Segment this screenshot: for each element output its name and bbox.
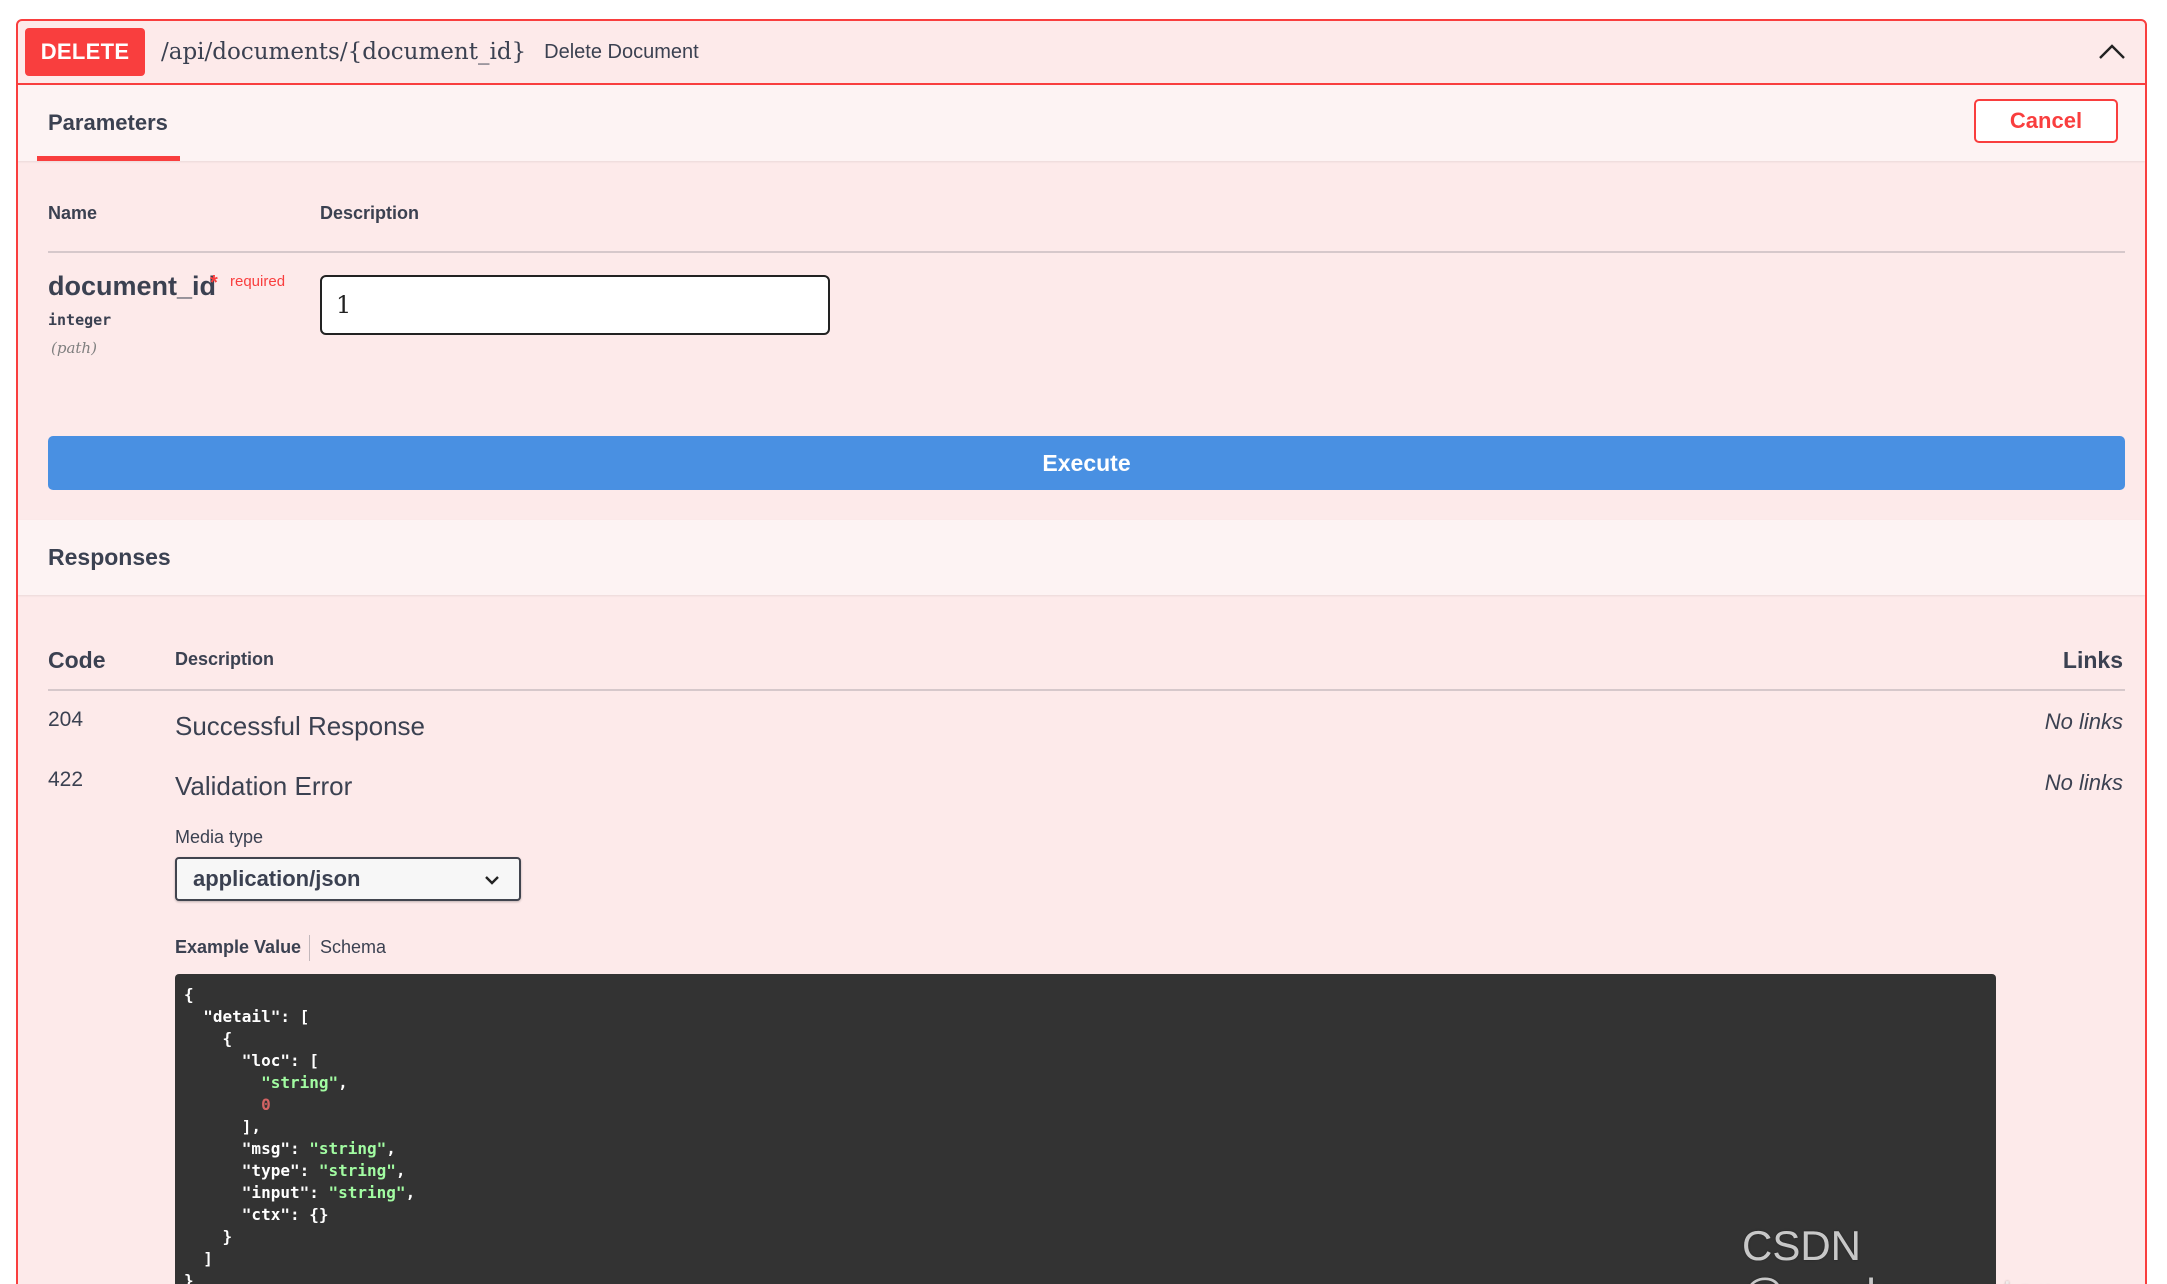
param-location: (path) [51, 339, 97, 357]
column-header-name: Name [48, 203, 98, 223]
divider [48, 251, 2125, 253]
tab-divider [309, 935, 310, 961]
chevron-up-icon[interactable] [2095, 35, 2129, 69]
media-type-value: application/json [193, 866, 361, 891]
column-header-links: Links [2062, 647, 2123, 673]
tab-parameters[interactable]: Parameters [37, 85, 180, 161]
watermark: CSDN @_codemonster [1742, 1222, 2051, 1284]
operation-summary-text: Delete Document [544, 40, 699, 63]
required-star: * [210, 272, 218, 294]
response-description: Successful Response [175, 711, 426, 741]
operation-block: DELETE /api/documents/{document_id} Dele… [16, 19, 2147, 1284]
column-header-description: Description [320, 203, 420, 223]
response-links: No links [2044, 770, 2123, 795]
param-name: document_id [48, 271, 217, 301]
response-description: Validation Error [175, 771, 353, 801]
column-header-response-description: Description [175, 649, 275, 669]
parameters-header: Parameters Cancel [18, 85, 2145, 161]
media-type-select[interactable]: application/json [175, 857, 521, 901]
endpoint-path: /api/documents/{document_id} [161, 39, 527, 65]
media-type-label: Media type [175, 827, 264, 847]
operation-summary[interactable]: DELETE /api/documents/{document_id} Dele… [18, 21, 2145, 85]
responses-title: Responses [48, 544, 171, 570]
chevron-down-icon [485, 876, 499, 885]
tab-example-value[interactable]: Example Value [175, 937, 301, 958]
execute-button[interactable]: Execute [48, 436, 2125, 490]
tab-schema[interactable]: Schema [320, 937, 386, 958]
method-badge: DELETE [25, 28, 145, 76]
example-value-code: { "detail": [ { "loc": [ "string", 0 ], … [175, 974, 1996, 1284]
responses-header: Responses [18, 520, 2145, 595]
param-type: integer [48, 311, 112, 329]
divider [48, 689, 2125, 691]
response-code: 422 [48, 768, 84, 791]
required-label: required [230, 273, 286, 290]
column-header-code: Code [48, 647, 106, 673]
cancel-button[interactable]: Cancel [1974, 99, 2118, 143]
response-links: No links [2044, 709, 2123, 734]
response-code: 204 [48, 708, 84, 731]
active-tab-underline [37, 156, 180, 161]
document-id-input[interactable] [320, 275, 830, 335]
